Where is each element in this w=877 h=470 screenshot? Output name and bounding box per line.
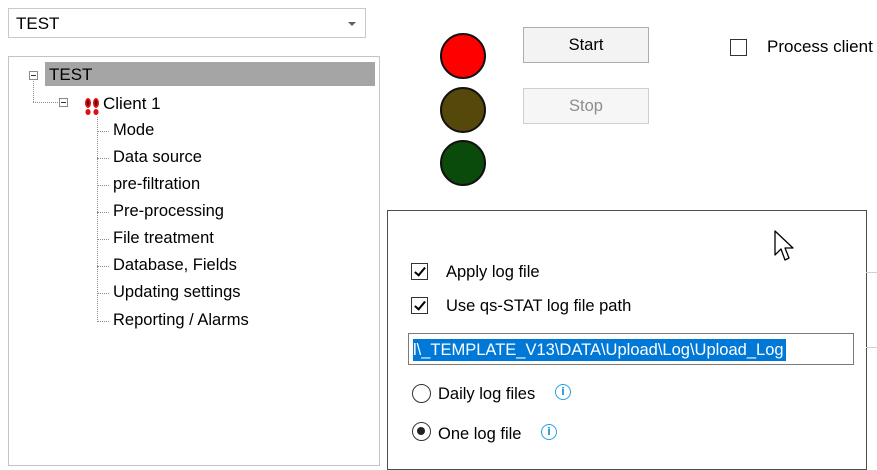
tree-connector bbox=[97, 117, 98, 322]
apply-log-checkbox[interactable] bbox=[411, 263, 428, 280]
status-light-red bbox=[440, 33, 486, 79]
log-path-value: l\_TEMPLATE_V13\DATA\Upload\Log\Upload_L… bbox=[413, 339, 786, 361]
tree-connector bbox=[97, 131, 109, 132]
tree-item-database-fields[interactable]: Database, Fields bbox=[113, 256, 237, 275]
tree-item-file-treatment[interactable]: File treatment bbox=[113, 229, 214, 248]
use-path-label: Use qs-STAT log file path bbox=[446, 297, 632, 315]
tree-root-label[interactable]: TEST bbox=[49, 65, 92, 85]
status-light-green bbox=[440, 140, 486, 186]
stop-button[interactable]: Stop bbox=[523, 88, 649, 124]
one-log-label: One log file bbox=[438, 425, 522, 443]
profile-combo[interactable]: TEST bbox=[8, 8, 366, 38]
tree-item-updating-settings[interactable]: Updating settings bbox=[113, 283, 241, 302]
tree-connector bbox=[97, 158, 109, 159]
chevron-down-icon[interactable] bbox=[348, 22, 356, 26]
status-light-yellow bbox=[440, 87, 486, 133]
mouse-cursor-icon bbox=[774, 230, 794, 261]
tree-connector bbox=[97, 239, 109, 240]
tree-connector bbox=[97, 293, 109, 294]
tree-item-mode[interactable]: Mode bbox=[113, 121, 154, 140]
tree-connector bbox=[97, 266, 109, 267]
profile-combo-value: TEST bbox=[16, 14, 60, 33]
tree-connector bbox=[33, 102, 60, 103]
daily-log-radio[interactable] bbox=[412, 384, 431, 403]
process-client-checkbox[interactable] bbox=[730, 39, 747, 56]
info-icon[interactable]: i bbox=[541, 424, 557, 440]
tree-connector bbox=[97, 212, 109, 213]
process-client-label: Process client bbox=[767, 37, 873, 56]
tree-item-reporting-alarms[interactable]: Reporting / Alarms bbox=[113, 311, 249, 330]
apply-log-label: Apply log file bbox=[446, 263, 540, 281]
log-path-input[interactable]: l\_TEMPLATE_V13\DATA\Upload\Log\Upload_L… bbox=[408, 333, 854, 365]
divider bbox=[866, 347, 877, 348]
collapse-client-icon[interactable] bbox=[59, 98, 68, 107]
tree-connector bbox=[33, 81, 34, 102]
divider bbox=[866, 272, 877, 273]
tree-root-selection[interactable] bbox=[45, 62, 375, 86]
client-tree[interactable]: TEST Client 1 Mode Data source pre-filtr… bbox=[8, 56, 380, 466]
use-path-checkbox[interactable] bbox=[411, 297, 428, 314]
daily-log-label: Daily log files bbox=[438, 385, 536, 403]
tree-connector bbox=[97, 321, 109, 322]
info-icon[interactable]: i bbox=[555, 384, 571, 400]
collapse-root-icon[interactable] bbox=[29, 71, 38, 80]
tree-item-pre-processing[interactable]: Pre-processing bbox=[113, 202, 224, 221]
client-footprints-icon bbox=[85, 98, 99, 115]
tree-item-pre-filtration[interactable]: pre-filtration bbox=[113, 175, 200, 194]
start-button[interactable]: Start bbox=[523, 27, 649, 63]
one-log-radio[interactable] bbox=[412, 422, 431, 441]
tree-client-label[interactable]: Client 1 bbox=[103, 94, 161, 114]
tree-connector bbox=[97, 185, 109, 186]
tree-item-data-source[interactable]: Data source bbox=[113, 148, 202, 167]
